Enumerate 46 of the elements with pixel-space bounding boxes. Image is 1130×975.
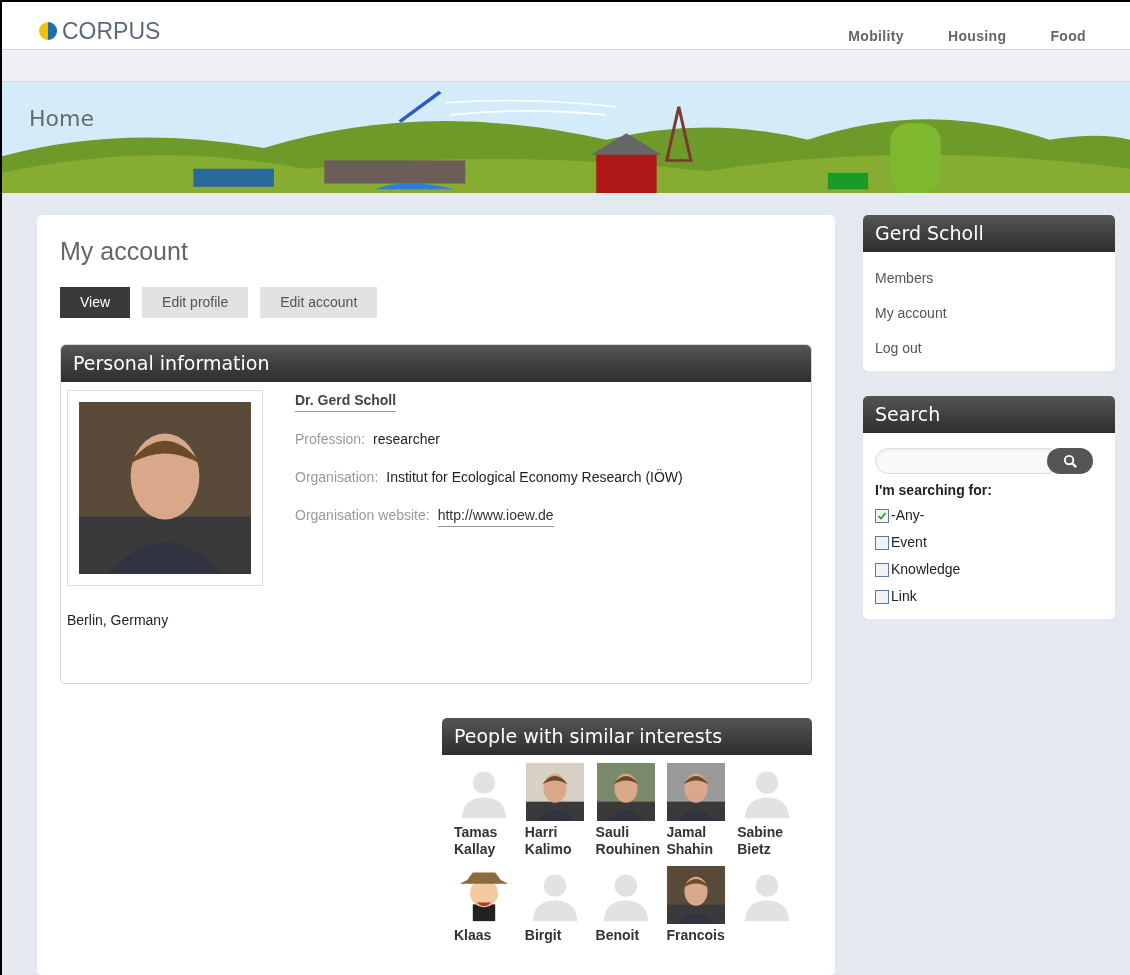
person-name[interactable]: Benoit <box>595 926 659 944</box>
checkbox[interactable] <box>875 562 889 577</box>
person-name[interactable]: Harri Kalimo <box>524 823 588 858</box>
person-name[interactable]: Birgit <box>524 926 588 944</box>
person-name[interactable]: Sauli Rouhinen <box>595 823 659 858</box>
website-link[interactable]: http://www.ioew.de <box>437 504 554 527</box>
person-name[interactable]: Klaas <box>454 926 517 944</box>
page-title: My account <box>60 236 189 267</box>
tab[interactable]: Edit profile <box>142 286 249 318</box>
block-header: Search <box>863 396 1115 433</box>
field-value: researcher <box>373 429 440 449</box>
logo-icon <box>38 21 58 42</box>
nav-link[interactable]: Mobility <box>848 26 904 47</box>
block-header: Gerd Scholl <box>863 215 1115 252</box>
field-label: Organisation website: <box>295 505 430 525</box>
option-label: Link <box>891 587 917 606</box>
nav-link[interactable]: Food <box>1050 26 1086 47</box>
menu-link[interactable]: My account <box>875 303 1103 324</box>
banner-title: Home <box>29 104 94 133</box>
option-label: Event <box>891 533 927 552</box>
person-name[interactable]: Tamas Kallay <box>454 823 517 858</box>
checkbox[interactable] <box>875 589 889 604</box>
section-header: People with similar interests <box>442 717 812 755</box>
menu-link[interactable]: Members <box>875 268 1103 289</box>
field-label: Profession: <box>295 429 366 449</box>
field-value: Institut for Ecological Economy Research (IÖW) <box>386 467 683 487</box>
person-name[interactable]: Sabine Bietz <box>737 823 800 858</box>
person-name[interactable]: Francois <box>666 926 730 944</box>
checkmark-icon <box>877 510 887 521</box>
tab[interactable]: Edit account <box>260 286 378 318</box>
member-name[interactable]: Dr. Gerd Scholl <box>295 389 397 412</box>
logo-text[interactable]: CORPUS <box>62 14 161 49</box>
section-header: Personal information <box>61 344 811 382</box>
location-text: Berlin, Germany <box>66 610 170 630</box>
menu-link[interactable]: Log out <box>875 338 1103 359</box>
search-icon <box>1062 453 1078 469</box>
field-label: Organisation: <box>295 467 379 487</box>
filter-label: I'm searching for: <box>875 481 993 500</box>
option-label: -Any- <box>891 506 925 525</box>
checkbox[interactable] <box>875 535 889 550</box>
nav-link[interactable]: Housing <box>947 26 1007 47</box>
search-field[interactable] <box>875 448 1051 474</box>
checkbox[interactable] <box>875 508 889 523</box>
person-name[interactable]: Jamal Shahin <box>666 823 730 858</box>
option-label: Knowledge <box>891 560 961 579</box>
tab[interactable]: View <box>60 286 131 318</box>
